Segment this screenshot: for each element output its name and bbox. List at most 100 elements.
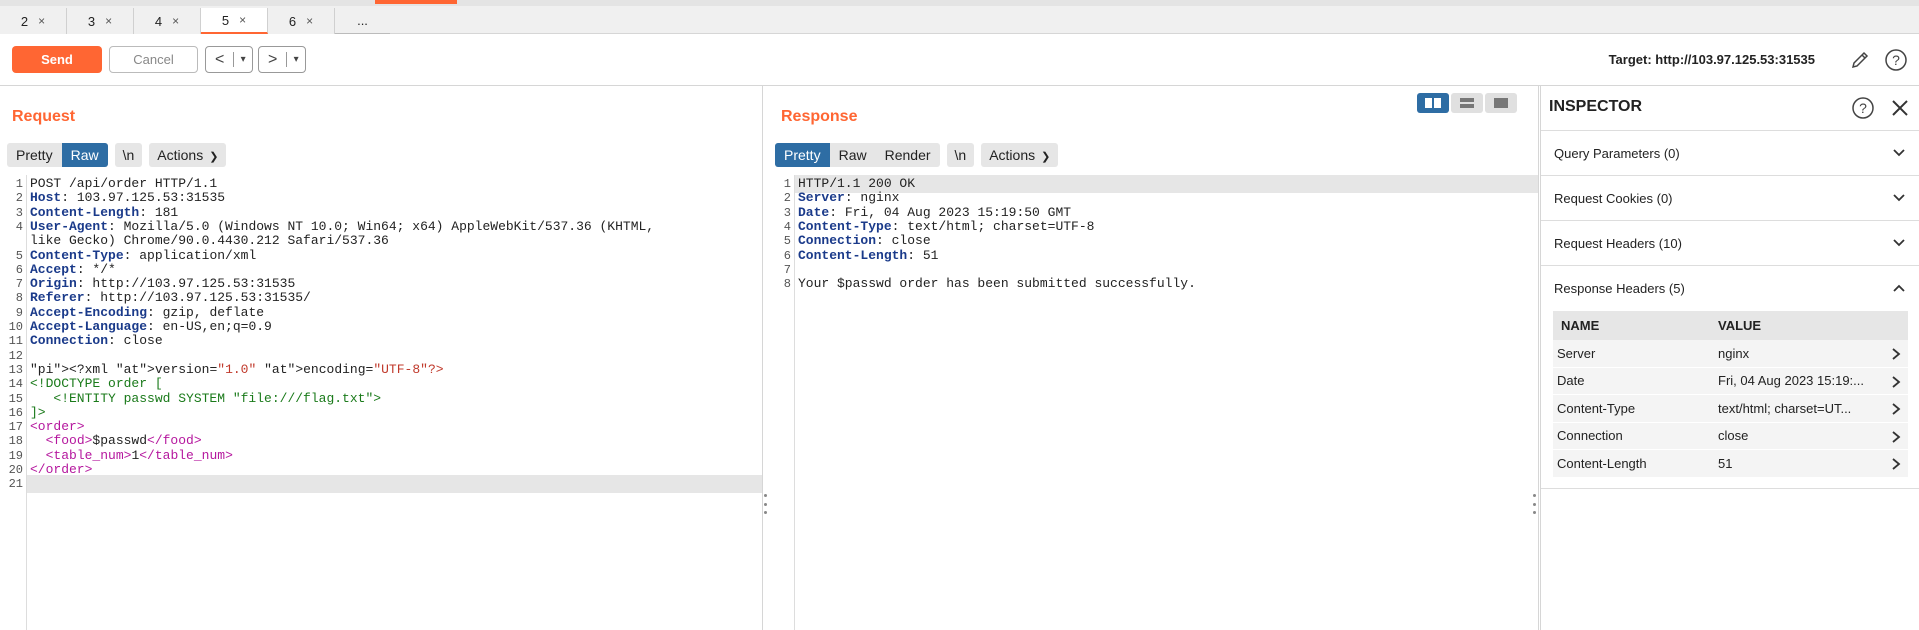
request-headers-section[interactable]: Request Headers (10) [1541,221,1919,266]
request-toolbar: Send Cancel < ▾ > ▾ Target: http://103.9… [0,34,1919,86]
header-value: text/html; charset=UT... [1718,400,1852,416]
close-icon[interactable]: × [172,14,179,28]
response-title: Response [781,108,858,125]
header-name: Content-Length [1557,455,1647,471]
column-name-header: NAME [1561,318,1600,333]
stacked-layout-icon[interactable] [1451,93,1483,113]
tab-label: 3 [87,13,96,29]
back-button[interactable]: < ▾ [205,46,253,73]
tab-bar: 2 × 3 × 4 × 5 × 6 × ... [0,0,1919,34]
chevron-right-icon[interactable] [1890,430,1902,444]
actions-label: Actions [157,147,204,163]
section-label: Query Parameters (0) [1554,146,1680,161]
layout-toggle [1417,93,1517,113]
inspector-panel: INSPECTOR ? Query Parameters (0) Request… [1540,86,1919,630]
table-row[interactable]: Content-Type text/html; charset=UT... [1553,395,1908,423]
render-tab[interactable]: Render [876,143,940,167]
help-icon[interactable]: ? [1883,47,1909,73]
close-icon[interactable] [1889,97,1911,119]
section-label[interactable]: Response Headers (5) [1554,281,1685,296]
chevron-up-icon[interactable] [1891,280,1907,296]
header-name: Date [1557,373,1585,389]
repeater-window: 2 × 3 × 4 × 5 × 6 × ... Send Cancel < ▾ > ▾ T… [0,0,1919,630]
tab-3[interactable]: 3 × [67,8,134,34]
table-row[interactable]: Content-Length 51 [1553,450,1908,478]
chevron-right-icon[interactable] [1890,375,1902,389]
single-layout-icon[interactable] [1485,93,1517,113]
header-value: nginx [1718,345,1750,361]
chevron-down-icon [1893,239,1905,247]
close-icon[interactable]: × [306,14,313,28]
raw-tab[interactable]: Raw [61,143,108,167]
side-by-side-layout-icon[interactable] [1417,93,1449,113]
raw-tab[interactable]: Raw [830,143,876,167]
request-cookies-section[interactable]: Request Cookies (0) [1541,176,1919,221]
actions-label: Actions [989,147,1036,163]
line-number: 8 [783,277,791,292]
chevron-down-icon: ❯ [209,151,219,163]
newline-toggle[interactable]: \n [946,143,975,167]
tab-more[interactable]: ... [335,8,390,34]
column-value-header: VALUE [1718,318,1762,333]
code-line: 8 Your $passwd order has been submitted s… [768,275,1538,293]
drag-handle[interactable] [1533,494,1537,514]
top-accent [375,0,457,4]
table-row[interactable]: Connection close [1553,422,1908,450]
inspector-title: INSPECTOR [1549,98,1643,115]
target-label[interactable]: Target: http://103.97.125.53:31535 [1609,52,1815,67]
view-mode-toggle: Pretty Raw [7,143,108,167]
chevron-down-icon [1893,194,1905,202]
current-line-highlight [27,475,762,493]
query-parameters-section[interactable]: Query Parameters (0) [1541,131,1919,176]
tab-6[interactable]: 6 × [268,8,335,34]
svg-text:?: ? [1892,52,1900,68]
newline-toggle[interactable]: \n [114,143,143,167]
forward-button[interactable]: > ▾ [258,46,306,73]
response-headers-table: NAME VALUE Server nginx Date Fri, 04 Aug 20… [1553,311,1908,478]
tab-2[interactable]: 2 × [0,8,67,34]
response-view-toolbar: Pretty Raw Render \n Actions ❯ [775,143,1059,167]
svg-text:?: ? [1859,100,1867,116]
chevron-right-icon[interactable] [1890,402,1902,416]
close-icon[interactable]: × [38,14,45,28]
chevron-right-icon[interactable] [1890,347,1902,361]
send-button[interactable]: Send [12,46,102,73]
table-row[interactable]: Server nginx [1553,340,1908,368]
tab-4[interactable]: 4 × [134,8,201,34]
chevron-down-icon [1893,149,1905,157]
section-label: Request Headers (10) [1554,236,1682,251]
chevron-down-icon[interactable]: ▾ [287,54,305,65]
tab-label: 5 [221,12,230,28]
code-line: 21 [0,475,762,493]
inspector-header: INSPECTOR ? [1541,86,1919,131]
pretty-tab[interactable]: Pretty [7,143,62,167]
back-arrow-icon: < [215,50,225,68]
header-value: close [1718,428,1749,444]
tab-label: 4 [154,13,163,29]
actions-menu[interactable]: Actions ❯ [981,143,1059,167]
close-icon[interactable]: × [239,13,246,27]
chevron-down-icon[interactable]: ▾ [234,54,252,65]
table-row[interactable]: Date Fri, 04 Aug 2023 15:19:... [1553,367,1908,395]
actions-menu[interactable]: Actions ❯ [149,143,227,167]
request-editor[interactable]: 1 POST /api/order HTTP/1.1 2 Host: 103.97.1… [0,175,762,630]
pretty-tab[interactable]: Pretty [775,143,830,167]
chevron-right-icon[interactable] [1890,457,1902,471]
close-icon[interactable]: × [105,14,112,28]
chevron-down-icon: ❯ [1041,151,1051,163]
header-value: Fri, 04 Aug 2023 15:19:... [1718,373,1864,389]
section-label: Request Cookies (0) [1554,191,1673,206]
response-panel: Response Pretty Raw Render \n Actions ❯ 1… [768,86,1539,630]
header-name: Connection [1557,428,1623,444]
table-header: NAME VALUE [1553,311,1908,340]
request-panel: Request Pretty Raw \n Actions ❯ 1 POST /ap… [0,86,767,630]
cancel-button[interactable]: Cancel [109,46,198,73]
response-editor[interactable]: 1 HTTP/1.1 200 OK 2 Server: nginx 3 Date: Fri… [768,175,1538,630]
tab-5[interactable]: 5 × [201,8,268,34]
line-number: 21 [8,477,23,492]
help-icon[interactable]: ? [1851,96,1875,120]
response-headers-section: Response Headers (5) NAME VALUE Server ng… [1541,266,1919,489]
top-strip [0,0,1919,6]
header-value: 51 [1718,455,1733,471]
edit-pencil-icon[interactable] [1847,47,1873,73]
